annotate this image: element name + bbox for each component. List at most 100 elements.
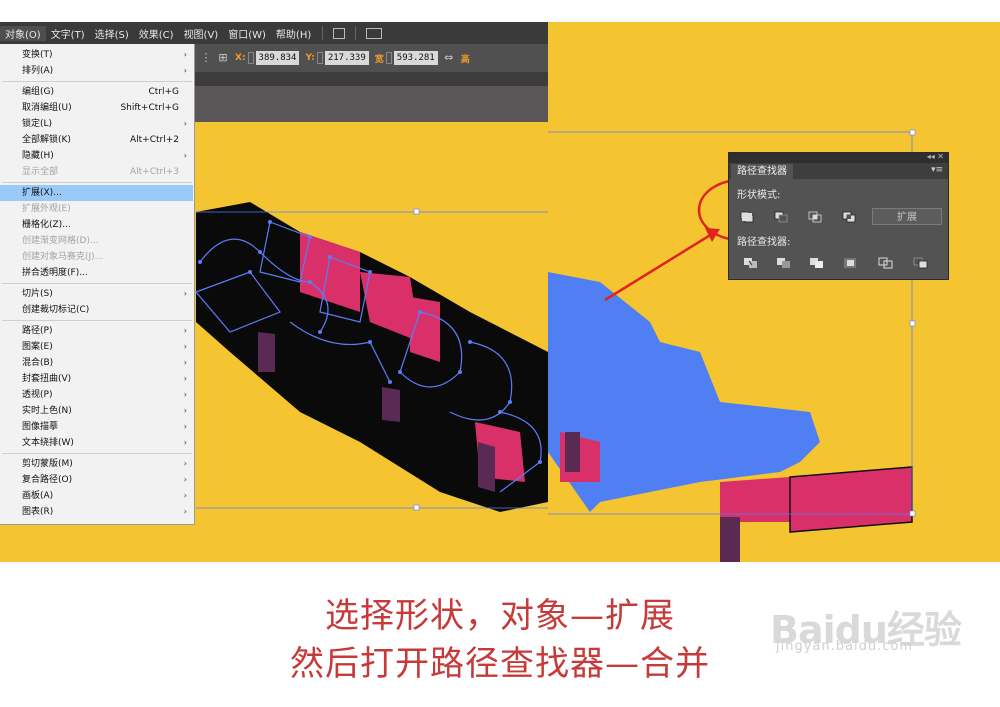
menu-item[interactable]: 图表(R) ›	[0, 504, 193, 520]
pathfinder-panel: ◂◂ ✕ 路径查找器 ▾≡ 形状模式: 扩展 路径查找器:	[728, 152, 949, 280]
menu-type[interactable]: 文字(T)	[46, 26, 90, 41]
height-label: 高	[460, 54, 470, 65]
menu-item[interactable]: 拼合透明度(F)...	[0, 265, 193, 281]
panel-menu-icon[interactable]: ▾≡	[931, 165, 943, 175]
panel-tabs: 路径查找器 ▾≡	[729, 163, 948, 179]
submenu-arrow-icon: ›	[183, 459, 187, 468]
menu-item[interactable]: 路径(P) ›	[0, 323, 193, 339]
menu-item-label: 全部解锁(K)	[22, 135, 71, 145]
menu-item-label: 封套扭曲(V)	[22, 374, 72, 384]
menu-item[interactable]: 画板(A) ›	[0, 488, 193, 504]
reference-point-icon[interactable]: ⊞	[217, 52, 229, 64]
baidu-jingyan-watermark: Baidu经验 jingyan.baidu.com	[770, 595, 1000, 655]
intersect-button[interactable]	[805, 209, 825, 225]
menu-item-shortcut: Alt+Ctrl+2	[129, 135, 179, 145]
trim-icon	[777, 258, 790, 268]
menu-item[interactable]: 排列(A) ›	[0, 63, 193, 79]
menu-item[interactable]: 实时上色(N) ›	[0, 403, 193, 419]
menu-item-label: 图案(E)	[22, 342, 53, 352]
submenu-arrow-icon: ›	[183, 326, 187, 335]
intersect-icon	[808, 211, 822, 223]
x-label: X:	[235, 53, 246, 63]
minus-back-button[interactable]	[911, 255, 931, 271]
menu-item-label: 图表(R)	[22, 507, 54, 517]
object-dropdown-menu: 变换(T) › 排列(A) › 编组(G) Ctrl+G 取消编组(U) Shift+Ctrl…	[0, 44, 195, 525]
bridge-icon[interactable]	[333, 27, 346, 39]
menubar-divider	[355, 26, 357, 40]
menu-item-label: 扩展外观(E)	[22, 204, 71, 214]
menu-item[interactable]: 栅格化(Z)...	[0, 217, 193, 233]
minus-front-icon	[774, 211, 788, 223]
menu-help[interactable]: 帮助(H)	[271, 26, 316, 41]
menu-item-shortcut: Alt+Ctrl+3	[129, 167, 179, 177]
menu-item[interactable]: 全部解锁(K) Alt+Ctrl+2	[0, 132, 193, 148]
menu-item: 创建渐变网格(D)...	[0, 233, 193, 249]
menu-item[interactable]: 变换(T) ›	[0, 47, 193, 63]
y-spinner[interactable]	[316, 52, 323, 64]
menu-item[interactable]: 隐藏(H) ›	[0, 148, 193, 164]
merge-button[interactable]	[807, 255, 827, 271]
outline-icon	[878, 257, 893, 269]
trim-button[interactable]	[774, 255, 794, 271]
width-field[interactable]: 593.281	[393, 51, 438, 65]
shape-modes-label: 形状模式:	[737, 190, 781, 201]
x-field[interactable]: 389.834	[255, 51, 300, 65]
menu-item[interactable]: 复合路径(O) ›	[0, 472, 193, 488]
outline-button[interactable]	[876, 255, 896, 271]
menu-item: 显示全部 Alt+Ctrl+3	[0, 164, 193, 180]
collapse-icon[interactable]: ◂◂ ✕	[927, 152, 944, 161]
menu-item[interactable]: 扩展(X)...	[0, 185, 193, 201]
control-bar: ⋮ ⊞ X: 389.834 Y: 217.339 宽 593.281 ⇔ 高	[195, 44, 548, 72]
submenu-arrow-icon: ›	[183, 66, 187, 75]
menu-item[interactable]: 编组(G) Ctrl+G	[0, 84, 193, 100]
tab-pathfinder[interactable]: 路径查找器	[731, 164, 793, 179]
menu-item[interactable]: 文本绕排(W) ›	[0, 435, 193, 451]
menu-item[interactable]: 封套扭曲(V) ›	[0, 371, 193, 387]
y-field[interactable]: 217.339	[324, 51, 369, 65]
menu-effect[interactable]: 效果(C)	[134, 26, 179, 41]
submenu-arrow-icon: ›	[183, 151, 187, 160]
panel-titlebar[interactable]: ◂◂ ✕	[729, 152, 948, 163]
menu-select[interactable]: 选择(S)	[90, 26, 134, 41]
expand-button[interactable]: 扩展	[872, 208, 942, 225]
width-spinner[interactable]	[385, 52, 392, 64]
unite-icon	[740, 211, 754, 223]
exclude-button[interactable]	[839, 209, 859, 225]
menu-item[interactable]: 图像描摹 ›	[0, 419, 193, 435]
submenu-arrow-icon: ›	[183, 374, 187, 383]
menu-item-label: 变换(T)	[22, 50, 53, 60]
menu-item[interactable]: 切片(S) ›	[0, 286, 193, 302]
menu-item[interactable]: 剪切蒙版(M) ›	[0, 456, 193, 472]
menu-item-label: 隐藏(H)	[22, 151, 54, 161]
menu-item: 扩展外观(E)	[0, 201, 193, 217]
menu-item[interactable]: 创建裁切标记(C)	[0, 302, 193, 318]
menu-object[interactable]: 对象(O)	[0, 25, 46, 41]
menu-view[interactable]: 视图(V)	[179, 26, 224, 41]
arrange-documents-icon[interactable]	[366, 27, 383, 39]
pathfinders-label: 路径查找器:	[737, 237, 791, 248]
menu-item-label: 扩展(X)...	[22, 188, 62, 198]
menu-item[interactable]: 透视(P) ›	[0, 387, 193, 403]
menu-window[interactable]: 窗口(W)	[223, 26, 271, 41]
unite-button[interactable]	[737, 209, 757, 225]
transform-icon[interactable]: ⋮	[200, 52, 212, 64]
menu-separator	[2, 81, 192, 82]
menu-item[interactable]: 取消编组(U) Shift+Ctrl+G	[0, 100, 193, 116]
document-area-top	[195, 86, 548, 122]
crop-button[interactable]	[841, 255, 861, 271]
minus-front-button[interactable]	[771, 209, 791, 225]
submenu-arrow-icon: ›	[183, 342, 187, 351]
menu-separator	[2, 182, 192, 183]
submenu-arrow-icon: ›	[183, 438, 187, 447]
application-menubar: 对象(O) 文字(T) 选择(S) 效果(C) 视图(V) 窗口(W) 帮助(H…	[0, 22, 548, 44]
menu-item[interactable]: 混合(B) ›	[0, 355, 193, 371]
link-icon[interactable]: ⇔	[443, 52, 455, 64]
submenu-arrow-icon: ›	[183, 406, 187, 415]
menu-item-label: 排列(A)	[22, 66, 54, 76]
watermark-url: jingyan.baidu.com	[776, 639, 913, 654]
menu-item[interactable]: 锁定(L) ›	[0, 116, 193, 132]
menu-item[interactable]: 图案(E) ›	[0, 339, 193, 355]
x-spinner[interactable]	[247, 52, 254, 64]
crop-icon	[844, 258, 856, 268]
divide-button[interactable]	[741, 255, 761, 271]
